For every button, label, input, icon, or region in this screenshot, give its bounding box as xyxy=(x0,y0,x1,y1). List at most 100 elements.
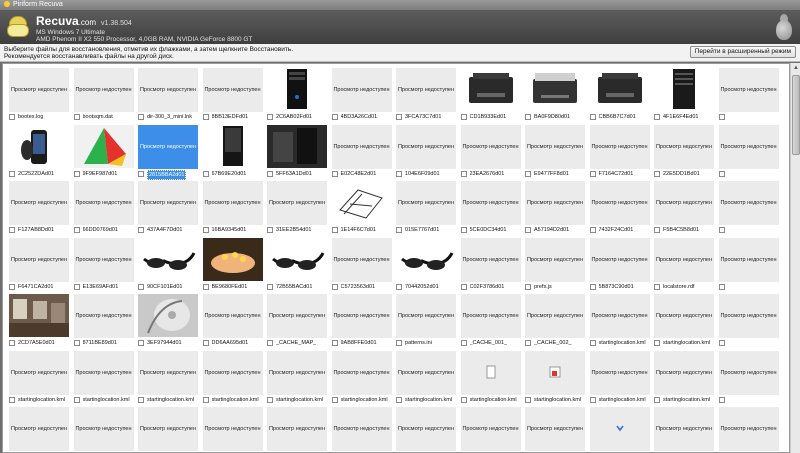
file-item[interactable]: 72B55BACd01 xyxy=(264,236,329,293)
file-thumbnail[interactable]: Просмотр недоступен xyxy=(525,124,585,169)
file-checkbox[interactable] xyxy=(525,114,531,120)
file-item[interactable]: Просмотр недоступен xyxy=(393,405,458,452)
file-item[interactable]: Просмотр недоступен 5B873C90d01 xyxy=(587,236,652,293)
file-thumbnail[interactable]: Просмотр недоступен xyxy=(331,294,392,338)
file-thumbnail[interactable] xyxy=(331,181,392,225)
file-item[interactable]: Просмотр недоступен 66DD0769d01 xyxy=(71,179,136,236)
file-thumbnail[interactable]: Просмотр недоступен xyxy=(9,237,69,282)
file-item[interactable]: Просмотр недоступен patterns.ini xyxy=(393,292,458,349)
file-thumbnail[interactable] xyxy=(589,407,650,451)
file-item[interactable]: Просмотр недоступен startinglocation.kml xyxy=(587,292,652,349)
file-checkbox[interactable] xyxy=(654,340,660,346)
file-thumbnail[interactable]: Просмотр недоступен xyxy=(654,181,714,225)
file-item[interactable]: CBB6B7C7d01 xyxy=(587,66,652,123)
file-checkbox[interactable] xyxy=(331,396,338,403)
scrollbar-thumb[interactable] xyxy=(792,75,800,155)
file-thumbnail[interactable]: Просмотр недоступен xyxy=(202,294,263,338)
file-checkbox[interactable] xyxy=(525,340,531,346)
file-thumbnail[interactable]: Просмотр недоступен xyxy=(331,124,392,169)
file-thumbnail[interactable]: Просмотр недоступен xyxy=(267,181,327,225)
file-checkbox[interactable] xyxy=(138,396,144,403)
file-checkbox[interactable] xyxy=(718,396,725,403)
file-item[interactable]: 9F9EF987d01 xyxy=(71,123,136,180)
file-checkbox[interactable] xyxy=(267,114,273,120)
file-thumbnail[interactable]: Просмотр недоступен xyxy=(654,294,714,338)
file-item[interactable]: Просмотр недоступен 23EA2676d01 xyxy=(458,123,523,180)
file-item[interactable]: Просмотр недоступен 3FCA73C7d01 xyxy=(393,66,458,123)
file-checkbox[interactable] xyxy=(460,114,467,120)
vertical-scrollbar[interactable]: ▲ xyxy=(790,63,800,453)
file-item[interactable]: Просмотр недоступен xyxy=(716,236,781,293)
file-item[interactable]: Просмотр недоступен xyxy=(522,405,587,452)
file-item[interactable]: Просмотр недоступен C02F3786d01 xyxy=(458,236,523,293)
file-checkbox[interactable] xyxy=(654,396,660,403)
file-item[interactable]: Просмотр недоступен startinglocation.kml xyxy=(329,349,394,406)
file-thumbnail[interactable]: Просмотр недоступен xyxy=(460,407,521,451)
file-checkbox[interactable] xyxy=(267,227,273,233)
file-checkbox[interactable] xyxy=(460,170,467,177)
file-item[interactable]: Просмотр недоступен 9AB8FFE0d01 xyxy=(329,292,394,349)
file-checkbox[interactable] xyxy=(718,170,725,177)
file-thumbnail[interactable]: Просмотр недоступен xyxy=(718,181,779,225)
file-checkbox[interactable] xyxy=(460,283,467,290)
file-thumbnail[interactable]: Просмотр недоступен xyxy=(718,350,779,395)
file-thumbnail[interactable]: Просмотр недоступен xyxy=(654,124,714,169)
file-checkbox[interactable] xyxy=(460,340,467,346)
file-item[interactable]: Просмотр недоступен xyxy=(458,405,523,452)
file-thumbnail[interactable]: Просмотр недоступен xyxy=(202,181,263,225)
file-thumbnail[interactable]: Просмотр недоступен xyxy=(138,407,198,451)
file-thumbnail[interactable]: Просмотр недоступен xyxy=(331,68,392,112)
file-thumbnail[interactable]: Просмотр недоступен xyxy=(331,407,392,451)
file-item[interactable]: Просмотр недоступен xyxy=(329,405,394,452)
file-item[interactable]: Просмотр недоступен 015E7767d01 xyxy=(393,179,458,236)
file-item[interactable]: Просмотр недоступен 7432F24Cd01 xyxy=(587,179,652,236)
file-thumbnail[interactable]: Просмотр недоступен xyxy=(396,124,456,169)
file-checkbox[interactable] xyxy=(589,227,596,233)
file-item[interactable]: 67B69E20d01 xyxy=(200,123,265,180)
file-item[interactable]: Просмотр недоступен A57194D2d01 xyxy=(522,179,587,236)
file-checkbox[interactable] xyxy=(73,227,80,233)
file-thumbnail[interactable] xyxy=(202,237,263,282)
file-thumbnail[interactable]: Просмотр недоступен xyxy=(396,294,456,338)
file-thumbnail[interactable]: Просмотр недоступен xyxy=(267,294,327,338)
file-checkbox[interactable] xyxy=(396,227,402,233)
file-item[interactable]: Просмотр недоступен 4BD3A26Cd01 xyxy=(329,66,394,123)
file-thumbnail[interactable]: Просмотр недоступен xyxy=(9,68,69,112)
file-thumbnail[interactable] xyxy=(73,124,134,169)
file-checkbox[interactable] xyxy=(9,283,15,290)
file-thumbnail[interactable]: Просмотр недоступен xyxy=(396,68,456,112)
file-item[interactable]: 1E14F6C7d01 xyxy=(329,179,394,236)
file-thumbnail[interactable] xyxy=(589,68,650,112)
file-item[interactable]: Просмотр недоступен startinglocation.kml xyxy=(393,349,458,406)
file-thumbnail[interactable]: Просмотр недоступен xyxy=(654,407,714,451)
file-item[interactable]: Просмотр недоступен _CACHE_MAP_ xyxy=(264,292,329,349)
file-thumbnail[interactable] xyxy=(525,68,585,112)
file-item[interactable]: Просмотр недоступен startinglocation.kml xyxy=(6,349,71,406)
file-item[interactable]: Просмотр недоступен startinglocation.kml xyxy=(264,349,329,406)
file-thumbnail[interactable]: Просмотр недоступен xyxy=(525,181,585,225)
file-item[interactable]: Просмотр недоступен 2815BBA2d01 xyxy=(135,123,200,180)
file-thumbnail[interactable]: Просмотр недоступен xyxy=(654,237,714,282)
file-item[interactable]: Просмотр недоступен F127AB8Dd01 xyxy=(6,179,71,236)
file-thumbnail[interactable] xyxy=(267,237,327,282)
file-checkbox[interactable] xyxy=(138,283,144,290)
file-thumbnail[interactable]: Просмотр недоступен xyxy=(589,294,650,338)
file-checkbox[interactable] xyxy=(138,227,144,233)
file-item[interactable]: Просмотр недоступен F5B4C5B8d01 xyxy=(651,179,716,236)
file-thumbnail[interactable]: Просмотр недоступен xyxy=(396,181,456,225)
file-checkbox[interactable] xyxy=(654,227,660,233)
file-checkbox[interactable] xyxy=(331,227,338,233)
file-checkbox[interactable] xyxy=(654,283,660,290)
file-item[interactable]: Просмотр недоступен 22E5DD1Bd01 xyxy=(651,123,716,180)
file-checkbox[interactable] xyxy=(9,227,15,233)
file-checkbox[interactable] xyxy=(202,170,209,177)
file-thumbnail[interactable]: Просмотр недоступен xyxy=(138,124,198,169)
file-checkbox[interactable] xyxy=(202,227,209,233)
file-checkbox[interactable] xyxy=(654,114,660,120)
file-checkbox[interactable] xyxy=(73,170,80,177)
file-checkbox[interactable] xyxy=(589,340,596,346)
file-thumbnail[interactable]: Просмотр недоступен xyxy=(589,237,650,282)
file-checkbox[interactable] xyxy=(73,340,80,346)
file-item[interactable]: Просмотр недоступен 5CE0DC34d01 xyxy=(458,179,523,236)
file-thumbnail[interactable]: Просмотр недоступен xyxy=(718,407,779,451)
